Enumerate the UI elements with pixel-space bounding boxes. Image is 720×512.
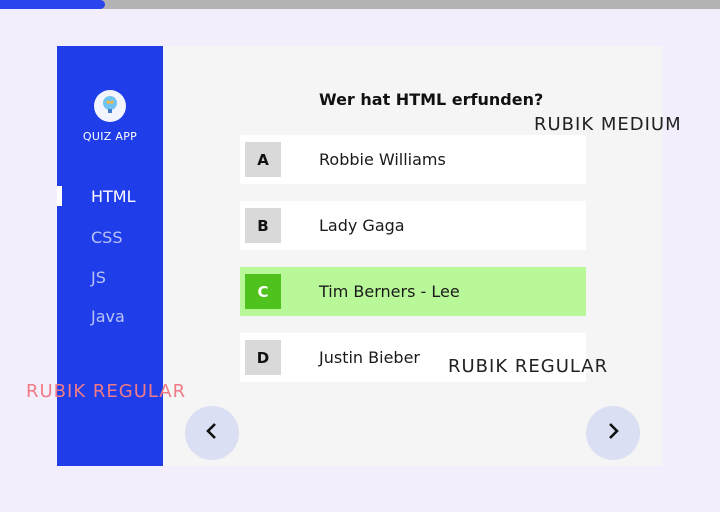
question-text: Wer hat HTML erfunden? [319,90,544,109]
sidebar-item-js[interactable]: JS [91,268,106,287]
answer-text: Tim Berners - Lee [319,282,460,301]
answer-text: Robbie Williams [319,150,446,169]
quiz-card: QUIZ APP HTML CSS JS Java Wer hat HTML e… [57,46,662,466]
progress-fill [0,0,106,9]
progress-track [0,0,720,9]
answer-text: Justin Bieber [319,348,420,367]
brain-icon [100,94,120,118]
previous-button[interactable] [185,406,239,460]
answer-letter: D [245,340,281,375]
answer-option-a[interactable]: A Robbie Williams [240,135,586,184]
chevron-right-icon [606,422,620,444]
answer-option-c[interactable]: C Tim Berners - Lee [240,267,586,316]
app-logo [94,90,126,122]
answer-letter: A [245,142,281,177]
app-name: QUIZ APP [82,130,138,143]
active-nav-marker [57,186,62,206]
sidebar: QUIZ APP HTML CSS JS Java [57,46,163,466]
answer-letter: B [245,208,281,243]
next-button[interactable] [586,406,640,460]
answer-letter: C [245,274,281,309]
sidebar-item-css[interactable]: CSS [91,228,122,247]
sidebar-item-html[interactable]: HTML [91,187,136,206]
chevron-left-icon [205,422,219,444]
sidebar-item-java[interactable]: Java [91,307,125,326]
font-note-regular: RUBIK REGULAR [448,356,609,377]
font-note-medium: RUBIK MEDIUM [534,114,682,135]
answer-text: Lady Gaga [319,216,405,235]
font-note-sidebar: RUBIK REGULAR [26,381,187,402]
answer-option-b[interactable]: B Lady Gaga [240,201,586,250]
